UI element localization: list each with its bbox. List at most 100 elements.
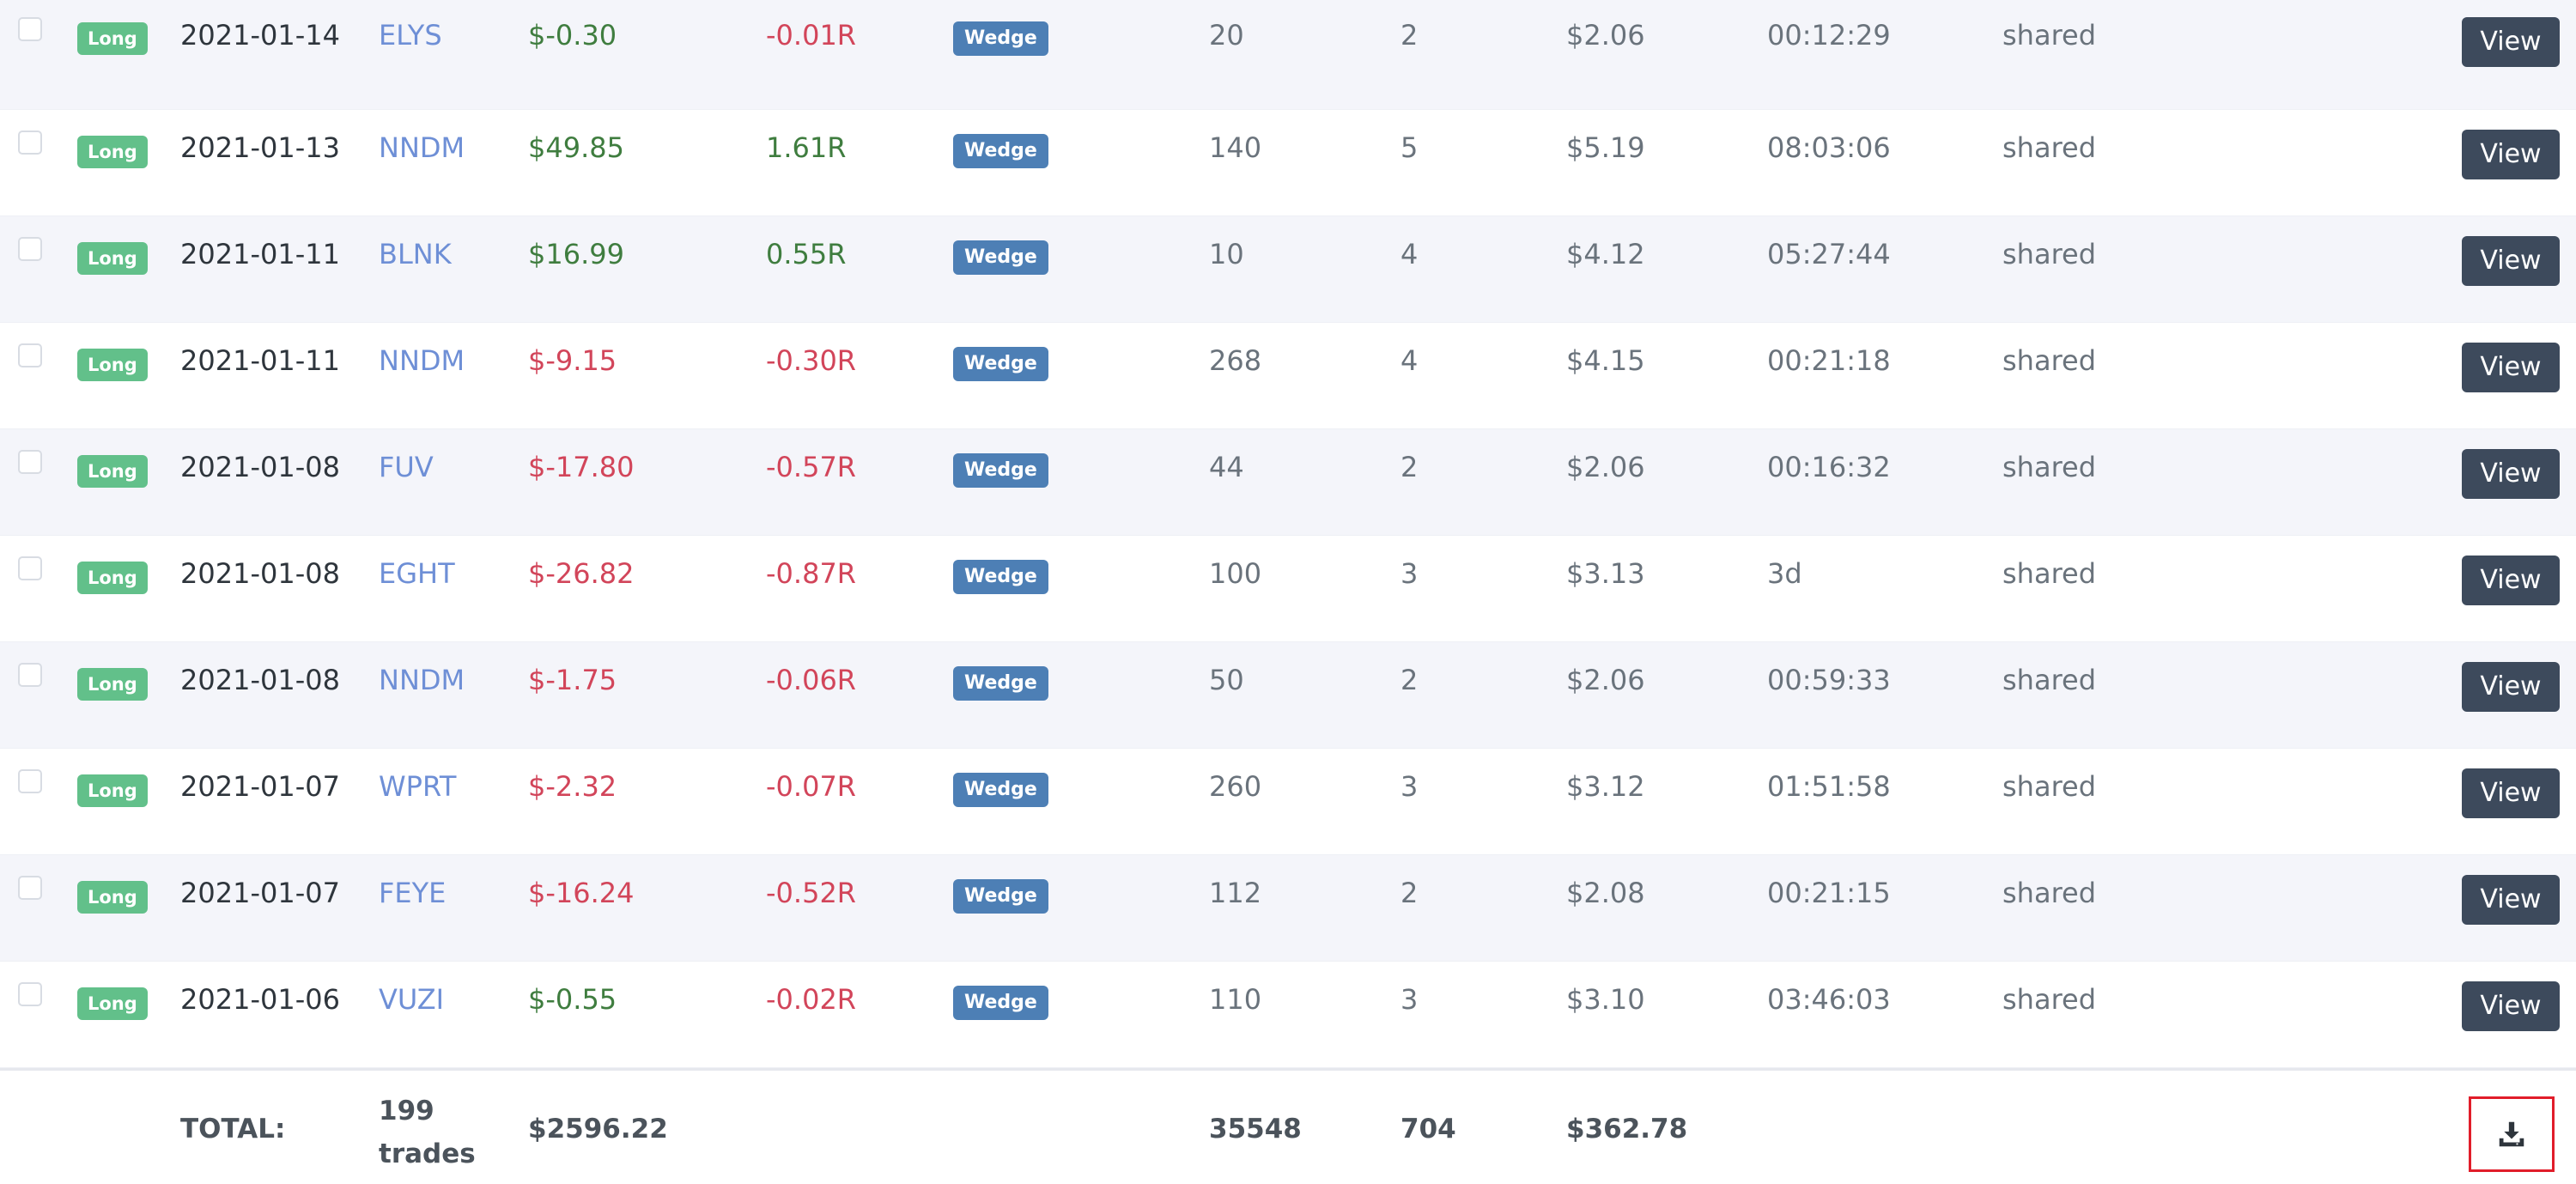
- side-badge: Long: [77, 349, 148, 381]
- symbol-link[interactable]: NNDM: [379, 131, 465, 164]
- fees-value: $2.06: [1566, 451, 1645, 483]
- r-multiple-value: 1.61R: [766, 131, 847, 164]
- symbol-link[interactable]: FUV: [379, 451, 434, 483]
- pnl-value: $-2.32: [528, 770, 617, 803]
- visibility-value: shared: [2002, 344, 2097, 377]
- trade-date: 2021-01-14: [180, 19, 340, 52]
- view-button[interactable]: View: [2462, 981, 2560, 1031]
- r-multiple-value: -0.57R: [766, 451, 857, 483]
- view-button[interactable]: View: [2462, 17, 2560, 67]
- quantity-value: 20: [1209, 19, 1244, 52]
- r-multiple-value: -0.52R: [766, 877, 857, 909]
- view-button[interactable]: View: [2462, 343, 2560, 392]
- table-row: Long 2021-01-07 FEYE $-16.24 -0.52R Wedge 112 2…: [0, 855, 2576, 962]
- symbol-link[interactable]: FEYE: [379, 877, 446, 909]
- row-select-checkbox[interactable]: [18, 876, 42, 900]
- setup-tag-badge: Wedge: [953, 134, 1048, 168]
- row-select-checkbox[interactable]: [18, 450, 42, 474]
- table-row: Long 2021-01-07 WPRT $-2.32 -0.07R Wedge 260 3 $…: [0, 749, 2576, 855]
- quantity-value: 260: [1209, 770, 1262, 803]
- trade-date: 2021-01-08: [180, 664, 340, 696]
- row-select-checkbox[interactable]: [18, 663, 42, 687]
- table-row: Long 2021-01-14 ELYS $-0.30 -0.01R Wedge 20 2 $2…: [0, 0, 2576, 110]
- symbol-link[interactable]: WPRT: [379, 770, 456, 803]
- quantity-value: 10: [1209, 238, 1244, 270]
- duration-value: 00:59:33: [1767, 664, 1891, 696]
- view-button[interactable]: View: [2462, 130, 2560, 179]
- visibility-value: shared: [2002, 770, 2097, 803]
- totals-executions: 704: [1400, 1114, 1456, 1145]
- side-badge: Long: [77, 987, 148, 1020]
- row-select-checkbox[interactable]: [18, 237, 42, 261]
- executions-value: 2: [1400, 664, 1419, 696]
- fees-value: $3.12: [1566, 770, 1645, 803]
- side-badge: Long: [77, 774, 148, 807]
- quantity-value: 50: [1209, 664, 1244, 696]
- duration-value: 00:12:29: [1767, 19, 1891, 52]
- quantity-value: 110: [1209, 983, 1262, 1016]
- side-badge: Long: [77, 668, 148, 701]
- symbol-link[interactable]: ELYS: [379, 19, 442, 52]
- visibility-value: shared: [2002, 983, 2097, 1016]
- pnl-value: $-0.30: [528, 19, 617, 52]
- duration-value: 00:21:18: [1767, 344, 1891, 377]
- side-badge: Long: [77, 455, 148, 488]
- trades-table-body: Long 2021-01-14 ELYS $-0.30 -0.01R Wedge 20 2 $2…: [0, 0, 2576, 1068]
- fees-value: $2.08: [1566, 877, 1645, 909]
- view-button[interactable]: View: [2462, 662, 2560, 712]
- setup-tag-badge: Wedge: [953, 773, 1048, 807]
- row-select-checkbox[interactable]: [18, 343, 42, 367]
- totals-pnl: $2596.22: [528, 1114, 668, 1145]
- setup-tag-badge: Wedge: [953, 666, 1048, 701]
- download-button[interactable]: [2469, 1096, 2555, 1172]
- totals-fees: $362.78: [1566, 1114, 1688, 1145]
- view-button[interactable]: View: [2462, 236, 2560, 286]
- view-button[interactable]: View: [2462, 768, 2560, 818]
- setup-tag-badge: Wedge: [953, 21, 1048, 56]
- fees-value: $2.06: [1566, 19, 1645, 52]
- duration-value: 03:46:03: [1767, 983, 1891, 1016]
- view-button[interactable]: View: [2462, 556, 2560, 605]
- pnl-value: $-17.80: [528, 451, 635, 483]
- row-select-checkbox[interactable]: [18, 769, 42, 793]
- table-row: Long 2021-01-08 FUV $-17.80 -0.57R Wedge 44 2 $2…: [0, 429, 2576, 536]
- symbol-link[interactable]: VUZI: [379, 983, 444, 1016]
- symbol-link[interactable]: NNDM: [379, 664, 465, 696]
- fees-value: $4.12: [1566, 238, 1645, 270]
- totals-quantity: 35548: [1209, 1114, 1302, 1145]
- row-select-checkbox[interactable]: [18, 982, 42, 1006]
- pnl-value: $-26.82: [528, 557, 635, 590]
- setup-tag-badge: Wedge: [953, 240, 1048, 275]
- symbol-link[interactable]: EGHT: [379, 557, 455, 590]
- side-badge: Long: [77, 22, 148, 55]
- trade-date: 2021-01-08: [180, 451, 340, 483]
- pnl-value: $-0.55: [528, 983, 617, 1016]
- quantity-value: 268: [1209, 344, 1262, 377]
- r-multiple-value: -0.30R: [766, 344, 857, 377]
- fees-value: $3.10: [1566, 983, 1645, 1016]
- row-select-checkbox[interactable]: [18, 17, 42, 41]
- side-badge: Long: [77, 136, 148, 168]
- totals-label: TOTAL:: [180, 1114, 286, 1145]
- visibility-value: shared: [2002, 19, 2097, 52]
- row-select-checkbox[interactable]: [18, 556, 42, 580]
- duration-value: 00:16:32: [1767, 451, 1891, 483]
- table-row: Long 2021-01-08 NNDM $-1.75 -0.06R Wedge 50 2 $2…: [0, 642, 2576, 749]
- quantity-value: 112: [1209, 877, 1262, 909]
- pnl-value: $-1.75: [528, 664, 617, 696]
- symbol-link[interactable]: NNDM: [379, 344, 465, 377]
- executions-value: 2: [1400, 877, 1419, 909]
- view-button[interactable]: View: [2462, 875, 2560, 925]
- duration-value: 05:27:44: [1767, 238, 1891, 270]
- setup-tag-badge: Wedge: [953, 560, 1048, 594]
- executions-value: 4: [1400, 238, 1419, 270]
- symbol-link[interactable]: BLNK: [379, 238, 452, 270]
- view-button[interactable]: View: [2462, 449, 2560, 499]
- fees-value: $4.15: [1566, 344, 1645, 377]
- r-multiple-value: -0.01R: [766, 19, 857, 52]
- r-multiple-value: -0.07R: [766, 770, 857, 803]
- setup-tag-badge: Wedge: [953, 986, 1048, 1020]
- executions-value: 5: [1400, 131, 1419, 164]
- row-select-checkbox[interactable]: [18, 131, 42, 155]
- executions-value: 3: [1400, 983, 1419, 1016]
